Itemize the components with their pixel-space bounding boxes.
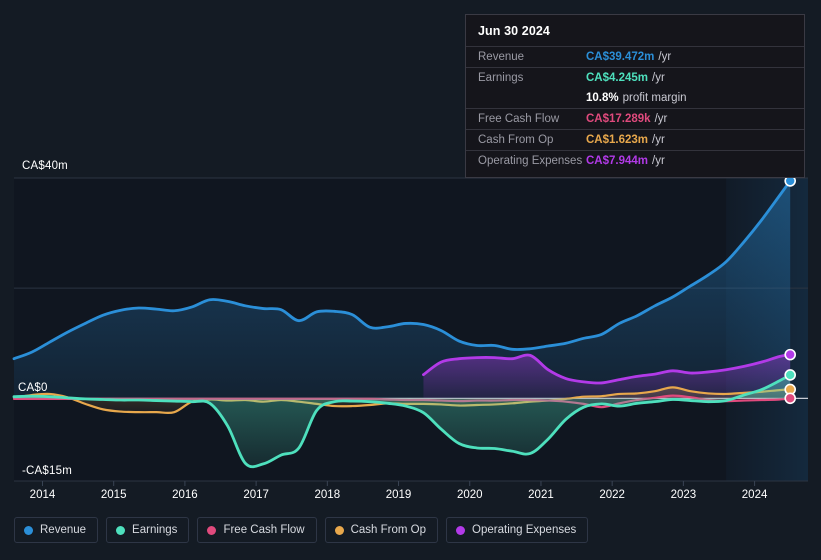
tooltip-row-unit: profit margin [622,92,687,104]
tooltip-row-unit: /yr [654,113,668,125]
tooltip-row: Earnings CA$4.245m/yr [466,67,804,88]
legend-color-dot-icon [24,525,33,535]
x-axis-tick-2015: 2015 [100,489,127,501]
chart-page: CA$40m CA$0 -CA$15m 2014 2015 2016 2017 2018… [0,0,821,560]
x-axis-tick-2016: 2016 [172,489,198,501]
tooltip-row-label: Cash From Op [478,134,554,146]
legend-color-dot-icon [116,525,126,535]
x-axis-tick-2018: 2018 [314,489,341,501]
tooltip-row: Operating Expenses CA$7.944m/yr [466,150,804,171]
x-axis-tick-2023: 2023 [670,489,697,501]
legend-item-label: Cash From Op [350,524,427,536]
chart-legend: Revenue Earnings Free Cash Flow Cash From O… [14,517,589,543]
tooltip-row: 10.8% profit margin [466,88,804,108]
tooltip-row-unit: /yr [652,155,665,167]
tooltip-row-value: CA$39.472m [586,51,655,63]
tooltip-row-value: 10.8% [586,92,619,104]
tooltip-row: Free Cash Flow CA$17.289k/yr [466,108,804,129]
tooltip-row-value: CA$1.623m [586,134,649,146]
y-axis-label-zero: CA$0 [18,382,48,395]
x-axis-tick-2017: 2017 [243,489,269,501]
legend-item-earnings[interactable]: Earnings [106,517,190,543]
y-axis-label-top: CA$40m [22,160,68,172]
tooltip-row-label: Earnings [478,72,524,84]
x-axis-tick-2021: 2021 [528,489,554,501]
tooltip-row: Cash From Op CA$1.623m/yr [466,129,804,150]
legend-item-operating-expenses[interactable]: Operating Expenses [446,517,589,543]
legend-item-free-cash-flow[interactable]: Free Cash Flow [197,517,317,543]
tooltip-row-label: Revenue [478,51,525,63]
tooltip-row-label: Free Cash Flow [478,113,560,125]
legend-color-dot-icon [334,525,344,535]
y-axis-label-bottom: -CA$15m [22,465,72,477]
legend-color-dot-icon [207,525,217,535]
x-axis-tick-2022: 2022 [599,489,625,501]
tooltip-row-unit: /yr [652,72,665,84]
x-axis-tick-2019: 2019 [385,489,412,501]
legend-item-revenue[interactable]: Revenue [14,517,99,543]
x-axis-tick-2014: 2014 [29,489,56,501]
tooltip-row-unit: /yr [652,134,665,146]
tooltip-row-value: CA$7.944m [586,155,649,167]
tooltip-row-value: CA$17.289k [586,113,651,125]
x-axis-tick-2020: 2020 [456,489,483,501]
legend-item-label: Operating Expenses [472,524,577,536]
legend-color-dot-icon [456,525,466,535]
legend-item-label: Earnings [132,524,178,536]
tooltip-row-unit: /yr [658,51,672,63]
tooltip-row-value: CA$4.245m [586,72,649,84]
legend-item-cash-from-op[interactable]: Cash From Op [324,517,439,543]
tooltip-row-label: Operating Expenses [478,155,583,167]
tooltip-row: Revenue CA$39.472m/yr [466,46,804,67]
legend-item-label: Revenue [40,524,87,536]
legend-item-label: Free Cash Flow [223,524,305,536]
data-tooltip: Jun 30 2024 Revenue CA$39.472m/yr Earnings… [465,14,805,178]
tooltip-date: Jun 30 2024 [478,24,550,38]
x-axis-tick-2024: 2024 [741,489,768,501]
tooltip-rows: Revenue CA$39.472m/yr Earnings CA$4.245m/yr… [466,46,804,171]
